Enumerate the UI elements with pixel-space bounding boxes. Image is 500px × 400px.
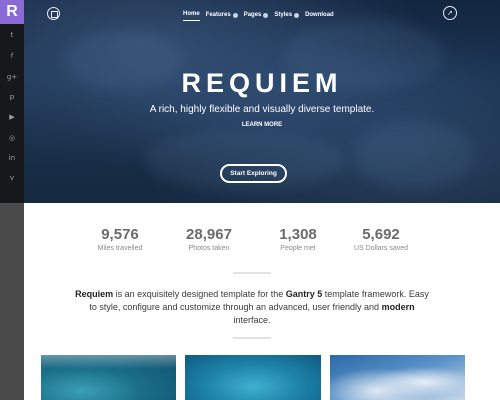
rocket-icon[interactable]: ➚ (443, 6, 457, 20)
nav-item-label: Home (183, 10, 200, 21)
stats-section: 9,576 Miles travelled 28,967 Photos take… (24, 227, 500, 257)
stat-item: 5,692 US Dollars saved (341, 227, 421, 254)
stat-label: Photos taken (188, 245, 230, 252)
stat-label: People met (280, 245, 316, 252)
nav-item-home[interactable]: Home (180, 9, 203, 21)
feature-image-sky[interactable] (330, 355, 465, 400)
feature-image-ocean[interactable] (41, 355, 176, 400)
nav-item-label: Download (305, 11, 334, 18)
stat-value: 5,692 (362, 226, 400, 243)
dropdown-icon (263, 12, 269, 18)
sidebar-lower-panel (0, 203, 24, 400)
nav-item-download[interactable]: Download (302, 9, 337, 21)
youtube-icon[interactable]: ▶ (0, 108, 24, 126)
stat-item: 28,967 Photos taken (169, 227, 249, 254)
pinterest-icon[interactable]: p (0, 88, 24, 106)
dropdown-icon (232, 12, 238, 18)
stat-item: 1,308 People met (258, 227, 338, 254)
feature-image-underwater[interactable] (185, 355, 321, 400)
section-divider (233, 272, 271, 274)
nav-item-label: Pages (243, 11, 262, 18)
nav-item-styles[interactable]: Styles (271, 9, 302, 21)
intro-framework: Gantry 5 (285, 289, 323, 299)
learn-more-link[interactable]: LEARN MORE (24, 122, 500, 128)
nav-item-label: Features (205, 11, 231, 18)
intro-text: Requiem is an exquisitely designed templ… (74, 288, 430, 327)
nav-item-pages[interactable]: Pages (241, 9, 272, 21)
intro-text-segment: is an exquisitely designed template for … (113, 289, 286, 299)
twitter-icon[interactable]: t (0, 26, 24, 44)
main-nav: Home Features Pages Styles Download (180, 9, 337, 21)
stat-label: Miles travelled (97, 245, 143, 252)
stat-label: US Dollars saved (353, 245, 409, 252)
stat-value: 28,967 (186, 226, 232, 243)
linkedin-icon[interactable]: in (0, 149, 24, 167)
vimeo-icon[interactable]: v (0, 169, 24, 187)
google-plus-icon[interactable]: g+ (0, 68, 24, 86)
stat-item: 9,576 Miles travelled (80, 227, 160, 254)
intro-text-segment: interface. (233, 315, 271, 325)
hero-subtitle: A rich, highly flexible and visually div… (149, 104, 375, 115)
hero-section: Home Features Pages Styles Download ➚ RE… (24, 0, 500, 203)
nav-item-features[interactable]: Features (203, 9, 241, 21)
stat-value: 9,576 (101, 226, 139, 243)
home-icon[interactable] (47, 7, 60, 20)
stat-value: 1,308 (279, 226, 317, 243)
intro-brand: Requiem (75, 289, 114, 299)
intro-modern: modern (381, 302, 415, 312)
instagram-icon[interactable]: ◎ (0, 129, 24, 147)
hero-cloud (354, 120, 474, 190)
hero-title: REQUIEM (181, 68, 343, 98)
section-divider (233, 337, 271, 339)
nav-item-label: Styles (274, 11, 293, 18)
facebook-icon[interactable]: f (0, 47, 24, 65)
requiem-logo[interactable]: R (0, 0, 24, 24)
start-exploring-button[interactable]: Start Exploring (220, 164, 287, 183)
dropdown-icon (294, 12, 300, 18)
social-sidebar: R t f g+ p ▶ ◎ in v (0, 0, 24, 400)
